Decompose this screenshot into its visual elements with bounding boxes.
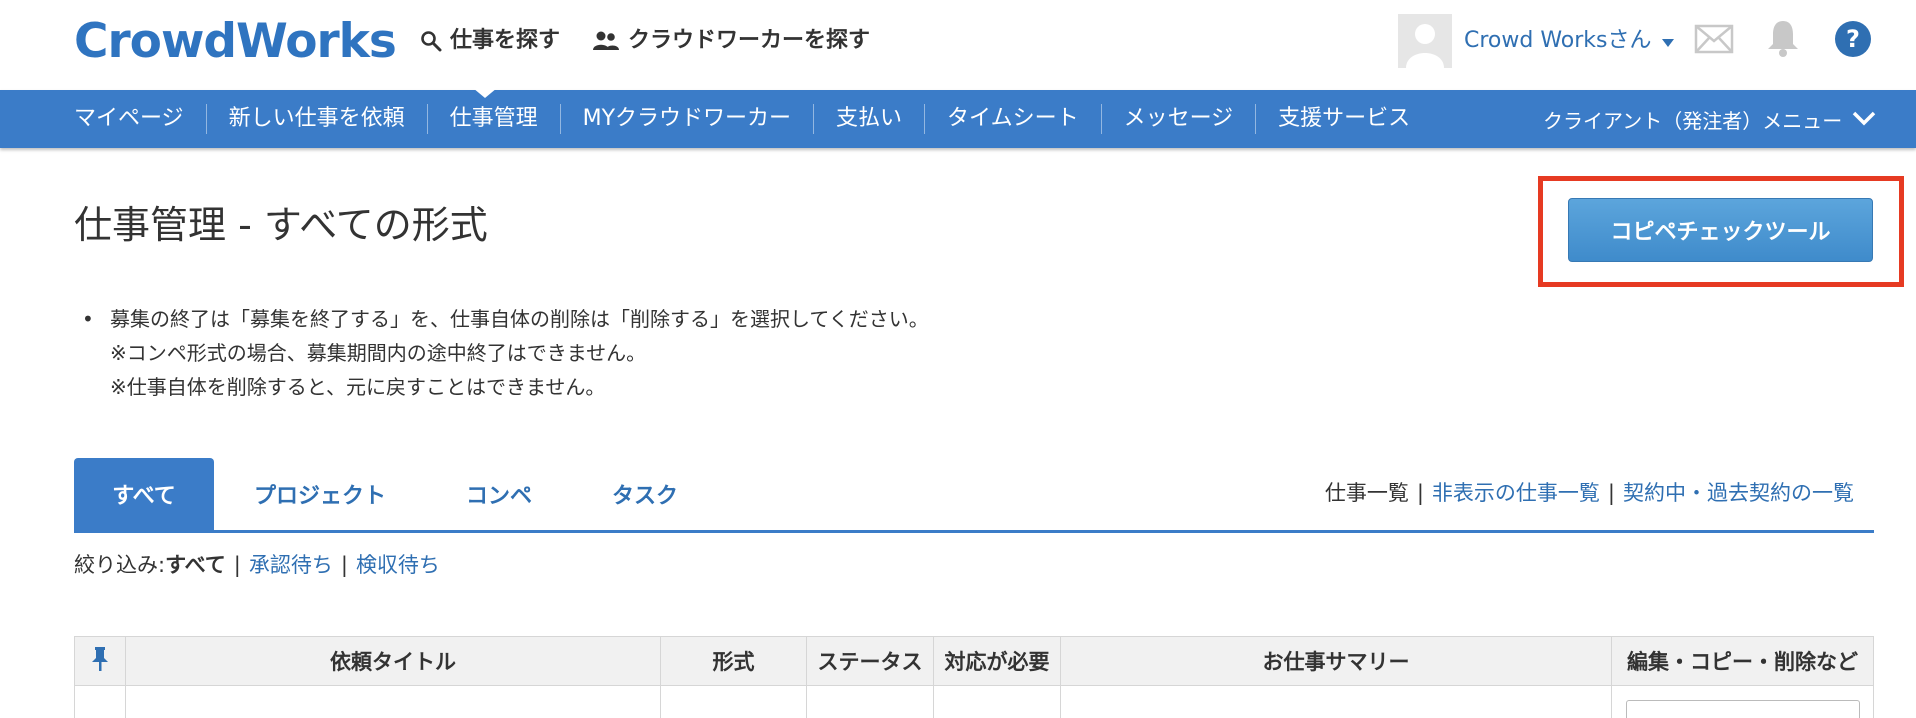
notice-line: 募集の終了は「募集を終了する」を、仕事自体の削除は「削除する」を選択してください… <box>110 307 929 331</box>
separator: | <box>1416 481 1424 505</box>
pin-column-header[interactable] <box>75 637 125 685</box>
search-workers-label: クラウドワーカーを探す <box>628 28 871 53</box>
contracts-link[interactable]: 契約中・過去契約の一覧 <box>1623 478 1854 508</box>
tab-all[interactable]: すべて <box>74 458 214 530</box>
table-row <box>74 686 1874 718</box>
nav-item-my-crowdworkers[interactable]: MYクラウドワーカー <box>559 104 813 134</box>
user-name-label: Crowd Worksさん <box>1464 28 1652 53</box>
column-header-actions: 編集・コピー・削除など <box>1611 637 1873 685</box>
crowdworks-logo[interactable]: CrowdWorks <box>74 14 397 70</box>
chevron-down-icon <box>1852 107 1876 131</box>
separator: | <box>340 553 348 577</box>
user-menu[interactable]: Crowd Worksさん <box>1464 26 1674 56</box>
list-links: 仕事一覧 | 非表示の仕事一覧 | 契約中・過去契約の一覧 <box>1325 478 1854 508</box>
search-workers-link[interactable]: クラウドワーカーを探す <box>592 26 870 56</box>
main-nav: マイページ 新しい仕事を依頼 仕事管理 MYクラウドワーカー 支払い タイムシー… <box>0 90 1916 148</box>
tab-underline <box>74 530 1874 533</box>
nav-item-support[interactable]: 支援サービス <box>1255 104 1432 134</box>
row-actions-select[interactable] <box>1626 700 1860 718</box>
pin-cell <box>75 686 125 718</box>
notice-list: • 募集の終了は「募集を終了する」を、仕事自体の削除は「削除する」を選択してくだ… <box>82 302 929 404</box>
search-jobs-label: 仕事を探す <box>450 28 561 53</box>
people-icon <box>592 30 620 52</box>
column-header-format: 形式 <box>660 637 806 685</box>
tab-task[interactable]: タスク <box>572 458 718 530</box>
column-header-summary: お仕事サマリー <box>1060 637 1611 685</box>
notice-line: ※仕事自体を削除すると、元に戻すことはできません。 <box>110 375 606 399</box>
tab-competition[interactable]: コンペ <box>426 458 572 530</box>
summary-cell <box>1060 686 1611 718</box>
bell-icon[interactable] <box>1765 18 1801 62</box>
copipe-check-tool-button[interactable]: コピペチェックツール <box>1568 198 1873 262</box>
site-header: CrowdWorks 仕事を探す クラウドワーカーを探す Crowd Works… <box>0 0 1916 90</box>
job-type-tabs: すべて プロジェクト コンペ タスク <box>74 458 718 530</box>
nav-item-timesheet[interactable]: タイムシート <box>924 104 1101 134</box>
help-icon[interactable]: ? <box>1834 20 1872 62</box>
nav-item-new-job[interactable]: 新しい仕事を依頼 <box>205 104 427 134</box>
format-cell <box>660 686 806 718</box>
search-icon <box>420 30 442 52</box>
search-jobs-link[interactable]: 仕事を探す <box>420 26 560 56</box>
nav-item-payment[interactable]: 支払い <box>813 104 924 134</box>
svg-text:?: ? <box>1846 25 1860 53</box>
client-menu-toggle[interactable]: クライアント（発注者）メニュー <box>1543 90 1876 148</box>
status-cell <box>806 686 933 718</box>
filter-awaiting-acceptance[interactable]: 検収待ち <box>356 550 440 580</box>
filter-label: 絞り込み: <box>74 553 166 577</box>
nav-item-messages[interactable]: メッセージ <box>1100 104 1256 134</box>
nav-list: マイページ 新しい仕事を依頼 仕事管理 MYクラウドワーカー 支払い タイムシー… <box>58 90 1432 148</box>
filter-current: すべて <box>165 553 226 577</box>
nav-item-job-management[interactable]: 仕事管理 <box>426 104 560 134</box>
avatar[interactable] <box>1398 14 1452 68</box>
actions-cell <box>1611 686 1873 718</box>
separator: | <box>233 553 241 577</box>
chevron-down-icon <box>1661 26 1674 56</box>
page-title: 仕事管理 - すべての形式 <box>74 203 488 247</box>
separator: | <box>1607 481 1615 505</box>
pin-icon <box>90 646 110 677</box>
column-header-title: 依頼タイトル <box>125 637 660 685</box>
nav-item-mypage[interactable]: マイページ <box>58 104 206 134</box>
active-nav-indicator <box>473 88 497 98</box>
job-list-current: 仕事一覧 <box>1324 481 1409 505</box>
notice-line: ※コンペ形式の場合、募集期間内の途中終了はできません。 <box>110 341 647 365</box>
title-cell <box>125 686 660 718</box>
column-header-status: ステータス <box>806 637 933 685</box>
action-required-cell <box>933 686 1060 718</box>
status-filter: 絞り込み: すべて | 承認待ち | 検収待ち <box>74 550 440 580</box>
mail-icon[interactable] <box>1694 24 1734 58</box>
tab-project[interactable]: プロジェクト <box>214 458 426 530</box>
bullet: • <box>82 307 94 331</box>
hidden-jobs-link[interactable]: 非表示の仕事一覧 <box>1432 478 1600 508</box>
client-menu-label: クライアント（発注者）メニュー <box>1543 108 1843 133</box>
column-header-action-required: 対応が必要 <box>933 637 1060 685</box>
filter-awaiting-approval[interactable]: 承認待ち <box>249 550 333 580</box>
jobs-table-header: 依頼タイトル 形式 ステータス 対応が必要 お仕事サマリー 編集・コピー・削除な… <box>74 636 1874 686</box>
